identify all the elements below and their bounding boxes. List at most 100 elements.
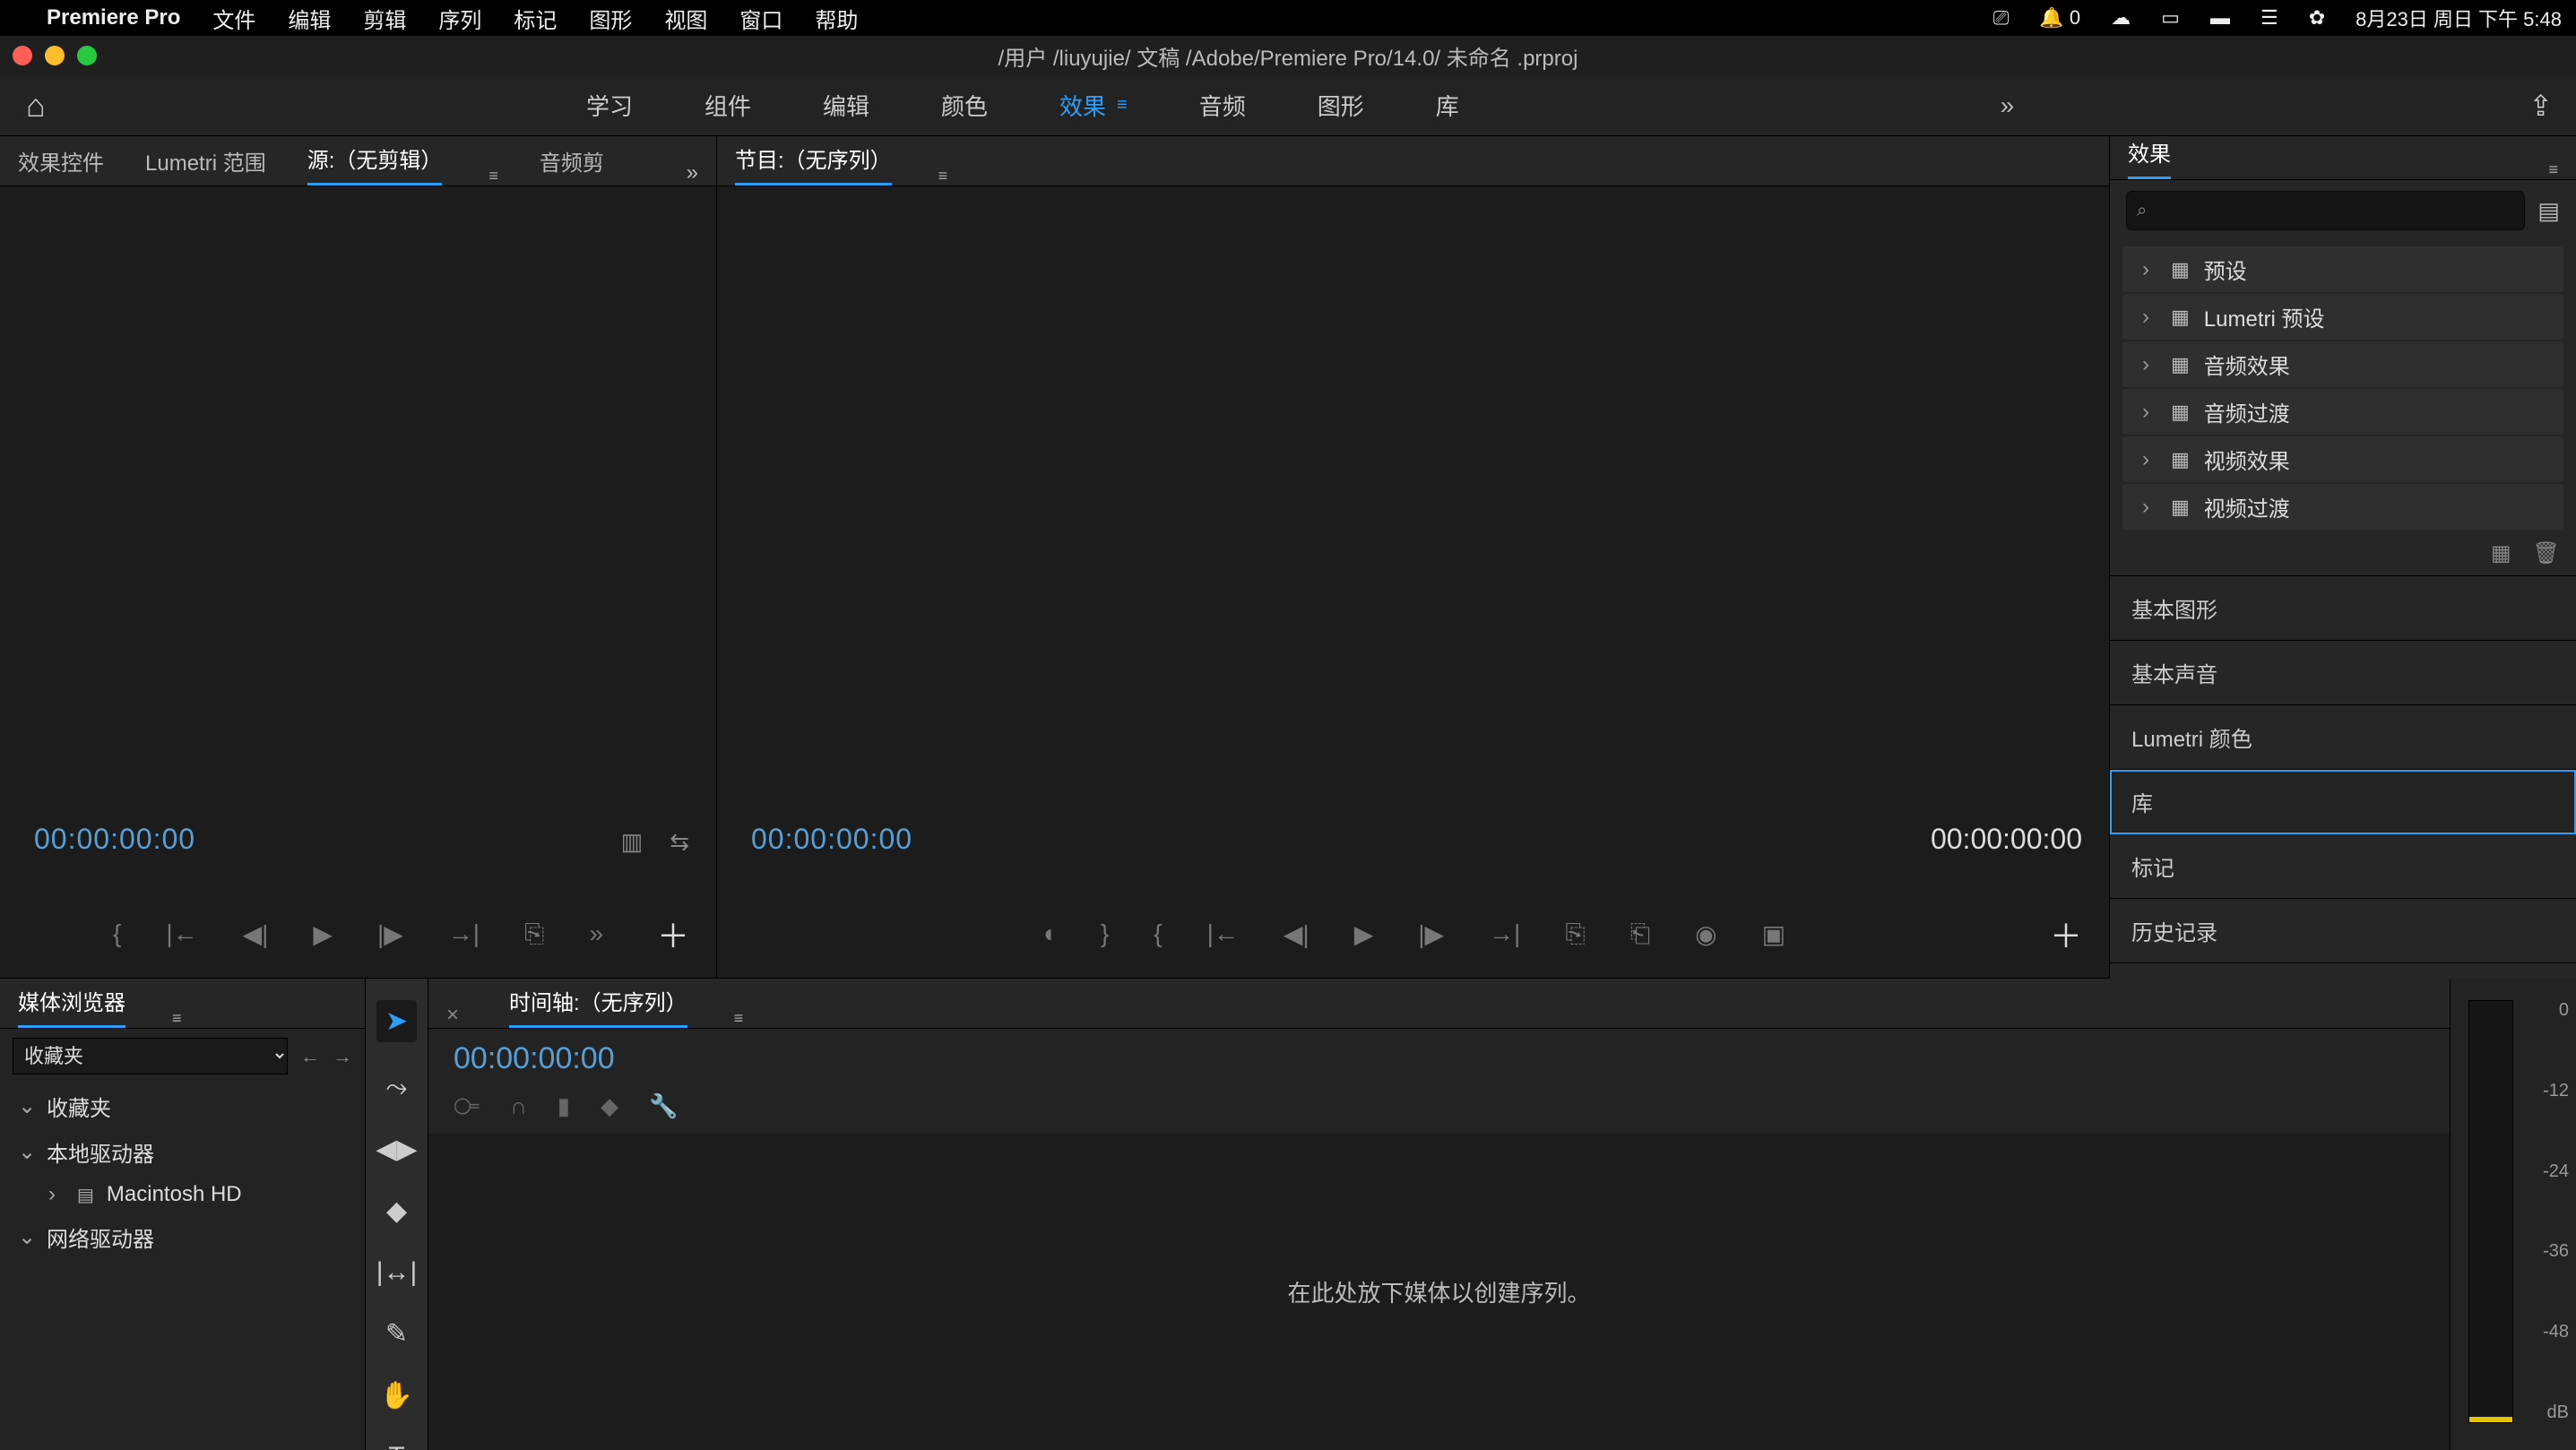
tool-slip[interactable]: |↔|: [376, 1257, 418, 1288]
menubar-clock[interactable]: 8月23日 周日 下午 5:48: [2356, 4, 2562, 32]
timeline-panel-menu-icon[interactable]: ≡: [734, 1009, 744, 1028]
comparison-button[interactable]: ▣: [1762, 919, 1785, 949]
lift-button[interactable]: ⎘: [1565, 919, 1585, 949]
menu-marker[interactable]: 标记: [514, 3, 557, 34]
tree-network-drives[interactable]: ⌄ 网络驱动器: [0, 1214, 365, 1260]
go-to-out-button[interactable]: →|: [448, 919, 480, 948]
menubar-battery-icon[interactable]: ▬: [2210, 6, 2230, 30]
menu-help[interactable]: 帮助: [815, 3, 858, 34]
play-button[interactable]: ▶: [1354, 919, 1374, 949]
home-button[interactable]: ⌂: [0, 87, 72, 125]
menu-window[interactable]: 窗口: [739, 3, 782, 34]
workspace-overflow-button[interactable]: »: [2001, 91, 2015, 120]
close-tab-icon[interactable]: ×: [446, 1003, 459, 1028]
mark-in-button[interactable]: {: [113, 919, 121, 948]
timeline-settings-button[interactable]: 🔧: [649, 1092, 678, 1121]
share-button[interactable]: ⇪: [2528, 89, 2553, 123]
new-bin-icon[interactable]: ▦: [2491, 540, 2511, 566]
panel-stack-item[interactable]: Lumetri 颜色: [2110, 705, 2576, 770]
window-maximize-button[interactable]: [77, 46, 97, 65]
source-timecode[interactable]: 00:00:00:00: [34, 823, 195, 856]
source-fit-icon[interactable]: ▥: [621, 828, 644, 856]
tool-track-select[interactable]: ⤳: [386, 1073, 408, 1103]
source-panel-menu-icon[interactable]: ≡: [488, 167, 498, 186]
snap-button[interactable]: ⧃: [454, 1092, 480, 1121]
effects-search-input[interactable]: [2126, 191, 2525, 230]
effects-folder[interactable]: ›▦视频过渡: [2122, 484, 2563, 530]
source-tabs-overflow-icon[interactable]: »: [687, 160, 698, 186]
menubar-status-icon[interactable]: 🔔 0: [2039, 6, 2080, 30]
mark-in-button[interactable]: ◖: [1041, 919, 1056, 948]
go-to-in-button[interactable]: |←: [166, 919, 197, 948]
workspace-tab-库[interactable]: 库: [1436, 89, 1459, 122]
panel-stack-item[interactable]: 标记: [2110, 834, 2576, 899]
tab-program[interactable]: 节目:（无序列）: [735, 142, 892, 186]
media-browser-filter-select[interactable]: 收藏夹: [13, 1038, 288, 1075]
delete-icon[interactable]: 🗑: [2533, 540, 2560, 566]
tab-media-browser[interactable]: 媒体浏览器: [18, 985, 125, 1028]
tool-pen[interactable]: ✎: [385, 1318, 408, 1350]
app-name[interactable]: Premiere Pro: [47, 5, 180, 30]
step-forward-button[interactable]: |▶: [377, 919, 403, 949]
play-button[interactable]: ▶: [313, 919, 333, 949]
panel-stack-item[interactable]: 库: [2110, 770, 2576, 834]
overflow-button[interactable]: »: [589, 919, 603, 948]
workspace-tab-音频[interactable]: 音频: [1199, 89, 1246, 122]
effects-folder[interactable]: ›▦预设: [2122, 246, 2563, 292]
timeline-drop-area[interactable]: 在此处放下媒体以创建序列。: [428, 1134, 2450, 1450]
tab-source[interactable]: 源:（无剪辑）: [307, 142, 443, 186]
tree-favorites[interactable]: ⌄ 收藏夹: [0, 1083, 365, 1129]
workspace-tab-效果[interactable]: 效果 ≡: [1059, 89, 1128, 122]
tree-macintosh-hd[interactable]: › ▤ Macintosh HD: [0, 1175, 365, 1214]
window-close-button[interactable]: [13, 46, 32, 65]
menubar-status-icon[interactable]: ☰: [2260, 6, 2278, 30]
workspace-tab-学习[interactable]: 学习: [586, 89, 633, 122]
program-timecode-left[interactable]: 00:00:00:00: [751, 823, 912, 856]
effects-folder[interactable]: ›▦音频效果: [2122, 341, 2563, 387]
panel-stack-item[interactable]: 基本图形: [2110, 576, 2576, 641]
tab-effect-controls[interactable]: 效果控件: [18, 145, 104, 186]
menu-view[interactable]: 视图: [664, 3, 707, 34]
linked-selection-button[interactable]: ∩: [510, 1092, 527, 1121]
tool-selection[interactable]: ➤: [376, 1000, 417, 1042]
tool-razor[interactable]: ◆: [386, 1195, 407, 1227]
add-marker-button[interactable]: {: [1154, 919, 1162, 948]
menubar-status-icon[interactable]: ⎚: [1993, 6, 2010, 30]
menubar-status-icon[interactable]: ▭: [2161, 6, 2180, 30]
button-editor-icon[interactable]: ＋: [657, 911, 689, 957]
panel-stack-item[interactable]: 基本声音: [2110, 641, 2576, 705]
menu-clip[interactable]: 剪辑: [363, 3, 406, 34]
insert-button[interactable]: ⎘: [524, 919, 544, 949]
effects-folder[interactable]: ›▦Lumetri 预设: [2122, 294, 2563, 340]
go-to-out-button[interactable]: →|: [1489, 919, 1520, 948]
panel-stack-item[interactable]: 历史记录: [2110, 899, 2576, 963]
export-frame-button[interactable]: ◉: [1695, 919, 1716, 949]
tool-type[interactable]: T: [388, 1442, 404, 1450]
media-browser-menu-icon[interactable]: ≡: [172, 1009, 182, 1028]
timeline-timecode[interactable]: 00:00:00:00: [454, 1041, 615, 1076]
source-settings-icon[interactable]: ⇆: [670, 828, 689, 856]
new-custom-bin-icon[interactable]: ▤: [2537, 197, 2560, 225]
workspace-tab-图形[interactable]: 图形: [1318, 89, 1364, 122]
menu-edit[interactable]: 编辑: [288, 3, 331, 34]
menu-sequence[interactable]: 序列: [438, 3, 481, 34]
tab-audio-clip[interactable]: 音频剪: [540, 145, 604, 186]
workspace-tab-编辑[interactable]: 编辑: [823, 89, 869, 122]
tab-effects[interactable]: 效果: [2128, 136, 2171, 179]
program-timecode-right[interactable]: 00:00:00:00: [1931, 823, 2082, 856]
window-minimize-button[interactable]: [45, 46, 65, 65]
program-panel-menu-icon[interactable]: ≡: [938, 167, 948, 186]
tool-ripple-edit[interactable]: ◀▶: [376, 1134, 417, 1165]
button-editor-icon[interactable]: ＋: [2050, 911, 2082, 957]
nav-back-button[interactable]: ←: [300, 1045, 320, 1068]
effects-folder[interactable]: ›▦音频过渡: [2122, 389, 2563, 435]
add-marker-button[interactable]: ▮: [558, 1092, 570, 1121]
go-to-in-button[interactable]: |←: [1207, 919, 1239, 948]
menubar-status-icon[interactable]: ☁: [2111, 6, 2131, 30]
workspace-tab-颜色[interactable]: 颜色: [941, 89, 988, 122]
effects-panel-menu-icon[interactable]: ≡: [2548, 160, 2558, 179]
nav-forward-button[interactable]: →: [333, 1045, 352, 1068]
tool-hand[interactable]: ✋: [380, 1380, 413, 1411]
mark-out-button[interactable]: }: [1101, 919, 1109, 948]
timeline-marker-button[interactable]: ◆: [601, 1092, 618, 1121]
